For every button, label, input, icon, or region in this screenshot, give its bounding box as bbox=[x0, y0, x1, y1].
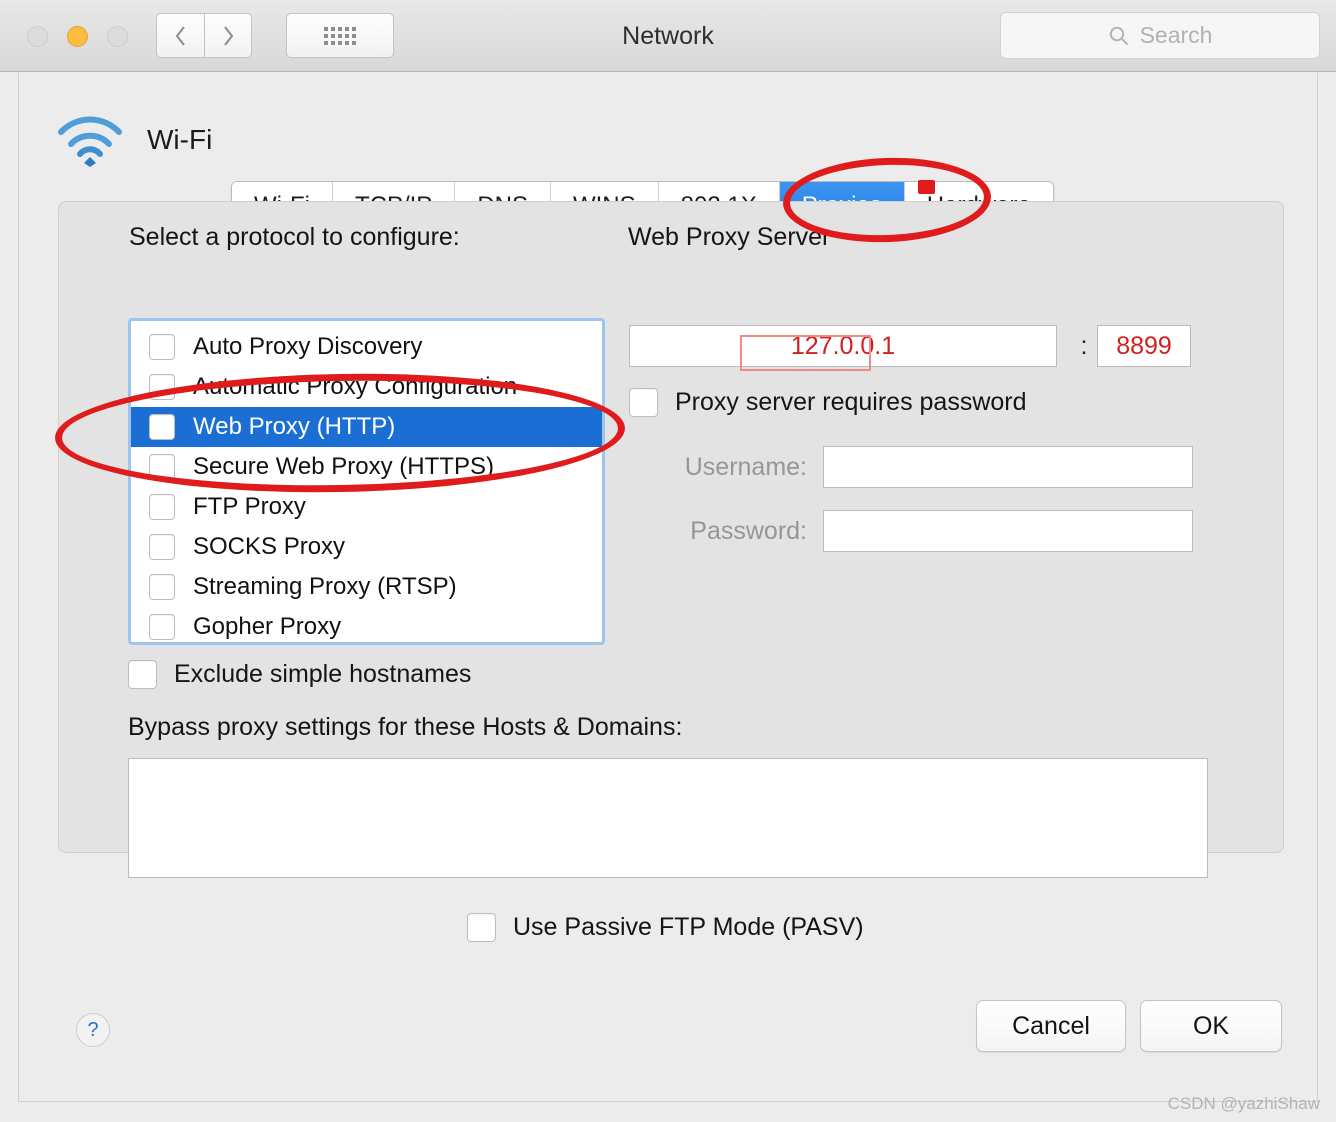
proxy-port-input[interactable]: 8899 bbox=[1097, 325, 1191, 367]
protocol-label: Secure Web Proxy (HTTPS) bbox=[193, 453, 494, 480]
username-label: Username: bbox=[684, 452, 807, 481]
network-preferences-window: Network Search Wi-Fi Wi-Fi TCP/IP DNS WI… bbox=[0, 0, 1336, 1122]
proxy-requires-password-row[interactable]: Proxy server requires password bbox=[629, 388, 1027, 417]
protocol-row-streaming-proxy-rtsp[interactable]: Streaming Proxy (RTSP) bbox=[131, 567, 602, 607]
help-button[interactable]: ? bbox=[76, 1013, 110, 1047]
proxies-settings-sheet: Wi-Fi Wi-Fi TCP/IP DNS WINS 802.1X Proxi… bbox=[18, 73, 1318, 1102]
protocol-list[interactable]: Auto Proxy Discovery Automatic Proxy Con… bbox=[128, 318, 605, 645]
search-placeholder: Search bbox=[1139, 22, 1213, 48]
show-all-grid-icon bbox=[324, 26, 356, 45]
protocol-row-auto-proxy-discovery[interactable]: Auto Proxy Discovery bbox=[131, 327, 602, 367]
service-name-label: Wi-Fi bbox=[147, 124, 213, 155]
protocol-label: Web Proxy (HTTP) bbox=[193, 413, 396, 440]
wifi-icon bbox=[58, 116, 122, 167]
forward-button[interactable] bbox=[204, 13, 252, 58]
bypass-hosts-textarea[interactable] bbox=[128, 758, 1208, 878]
passive-ftp-label: Use Passive FTP Mode (PASV) bbox=[513, 913, 864, 941]
ok-button[interactable]: OK bbox=[1140, 1000, 1282, 1052]
back-button[interactable] bbox=[156, 13, 204, 58]
username-input[interactable] bbox=[823, 446, 1193, 488]
protocol-row-secure-web-proxy-https[interactable]: Secure Web Proxy (HTTPS) bbox=[131, 447, 602, 487]
host-port-separator: : bbox=[1080, 332, 1088, 360]
protocol-label: Streaming Proxy (RTSP) bbox=[193, 573, 457, 600]
watermark: CSDN @yazhiShaw bbox=[1167, 1094, 1320, 1113]
chevron-right-icon bbox=[223, 25, 233, 46]
protocol-label: SOCKS Proxy bbox=[193, 533, 346, 560]
proxy-requires-password-label: Proxy server requires password bbox=[675, 388, 1027, 416]
chevron-left-icon bbox=[175, 25, 185, 46]
protocol-row-gopher-proxy[interactable]: Gopher Proxy bbox=[131, 607, 602, 642]
exclude-simple-hostnames-label: Exclude simple hostnames bbox=[174, 660, 472, 688]
protocol-checkbox[interactable] bbox=[149, 494, 175, 520]
protocol-row-web-proxy-http[interactable]: Web Proxy (HTTP) bbox=[131, 407, 602, 447]
search-icon bbox=[1108, 25, 1130, 47]
password-input[interactable] bbox=[823, 510, 1193, 552]
proxy-host-input[interactable]: 127.0.0.1 bbox=[629, 325, 1057, 367]
protocol-caption: Select a protocol to configure: bbox=[129, 223, 460, 251]
protocol-label: Gopher Proxy bbox=[193, 613, 342, 640]
protocol-row-ftp-proxy[interactable]: FTP Proxy bbox=[131, 487, 602, 527]
protocol-checkbox[interactable] bbox=[149, 414, 175, 440]
proxy-port-value: 8899 bbox=[1116, 331, 1172, 360]
protocol-row-automatic-proxy-configuration[interactable]: Automatic Proxy Configuration bbox=[131, 367, 602, 407]
protocol-checkbox[interactable] bbox=[149, 334, 175, 360]
service-header: Wi-Fi bbox=[55, 113, 212, 167]
exclude-simple-hostnames-checkbox[interactable] bbox=[128, 660, 157, 689]
protocol-checkbox[interactable] bbox=[149, 454, 175, 480]
protocol-row-socks-proxy[interactable]: SOCKS Proxy bbox=[131, 527, 602, 567]
password-label: Password: bbox=[690, 516, 807, 545]
protocol-checkbox[interactable] bbox=[149, 374, 175, 400]
show-all-preferences-button[interactable] bbox=[286, 13, 394, 58]
minimize-window-button[interactable] bbox=[67, 26, 88, 47]
protocol-label: FTP Proxy bbox=[193, 493, 306, 520]
password-row: Password: bbox=[667, 510, 1193, 552]
username-row: Username: bbox=[667, 446, 1193, 488]
exclude-simple-hostnames-row[interactable]: Exclude simple hostnames bbox=[128, 660, 471, 689]
window-titlebar: Network Search bbox=[0, 0, 1336, 72]
web-proxy-server-caption: Web Proxy Server bbox=[628, 223, 831, 251]
cancel-button[interactable]: Cancel bbox=[976, 1000, 1126, 1052]
protocol-checkbox[interactable] bbox=[149, 574, 175, 600]
protocol-checkbox[interactable] bbox=[149, 534, 175, 560]
protocol-label: Automatic Proxy Configuration bbox=[193, 373, 518, 400]
zoom-window-button[interactable] bbox=[107, 26, 128, 47]
passive-ftp-row[interactable]: Use Passive FTP Mode (PASV) bbox=[467, 913, 864, 942]
protocol-label: Auto Proxy Discovery bbox=[193, 333, 423, 360]
search-field[interactable]: Search bbox=[1000, 12, 1320, 59]
proxy-host-value: 127.0.0.1 bbox=[790, 331, 896, 360]
protocol-checkbox[interactable] bbox=[149, 614, 175, 640]
proxy-requires-password-checkbox[interactable] bbox=[629, 388, 658, 417]
close-window-button[interactable] bbox=[27, 26, 48, 47]
passive-ftp-checkbox[interactable] bbox=[467, 913, 496, 942]
bypass-caption: Bypass proxy settings for these Hosts & … bbox=[128, 713, 683, 741]
